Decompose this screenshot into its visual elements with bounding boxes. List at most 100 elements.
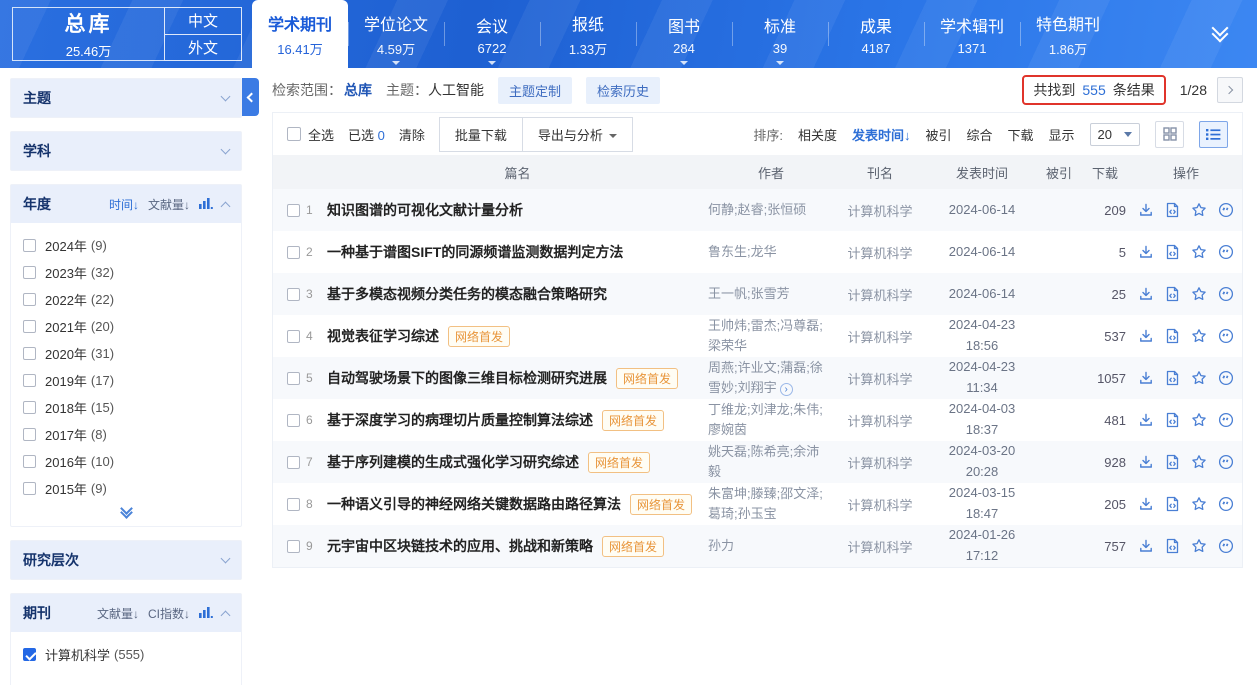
- sort-option[interactable]: 相关度: [798, 125, 837, 144]
- authors-cell[interactable]: 王一帆;张雪芳: [708, 284, 834, 304]
- favorite-icon[interactable]: [1191, 370, 1207, 386]
- facet-checkbox[interactable]: [23, 320, 36, 333]
- download-icon[interactable]: [1138, 244, 1154, 260]
- sort-option[interactable]: 发表时间↓: [852, 125, 911, 144]
- year-facet-item[interactable]: 2022年 (22): [23, 286, 229, 313]
- sort-option[interactable]: 被引: [925, 125, 951, 144]
- language-tab[interactable]: 中文: [164, 7, 242, 35]
- journal-link[interactable]: 计算机科学: [834, 201, 926, 220]
- row-checkbox[interactable]: [287, 330, 300, 343]
- bar-chart-icon[interactable]: [199, 606, 213, 621]
- cite-icon[interactable]: [1218, 454, 1234, 470]
- year-facet-item[interactable]: 2015年 (9): [23, 475, 229, 502]
- cite-icon[interactable]: [1218, 412, 1234, 428]
- favorite-icon[interactable]: [1191, 496, 1207, 512]
- sort-by-ci-index-link[interactable]: CI指数↓: [148, 605, 190, 622]
- facet-checkbox[interactable]: [23, 293, 36, 306]
- year-facet-item[interactable]: 2024年 (9): [23, 232, 229, 259]
- select-all-checkbox[interactable]: [287, 127, 301, 141]
- authors-cell[interactable]: 周燕;许业文;蒲磊;徐雪妙;刘翔宇›: [708, 358, 834, 398]
- cite-icon[interactable]: [1218, 538, 1234, 554]
- row-checkbox[interactable]: [287, 204, 300, 217]
- sort-option[interactable]: 综合: [966, 125, 992, 144]
- cite-icon[interactable]: [1218, 244, 1234, 260]
- html-read-icon[interactable]: [1165, 496, 1180, 512]
- html-read-icon[interactable]: [1165, 202, 1180, 218]
- database-tab[interactable]: 图书 284: [636, 0, 732, 68]
- facet-checkbox[interactable]: [23, 347, 36, 360]
- sort-by-time-link[interactable]: 时间↓: [109, 196, 139, 213]
- year-facet-item[interactable]: 2021年 (20): [23, 313, 229, 340]
- authors-cell[interactable]: 姚天磊;陈希亮;余沛毅: [708, 442, 834, 482]
- database-tab[interactable]: 学术期刊 16.41万: [252, 0, 348, 68]
- facet-checkbox[interactable]: [23, 428, 36, 441]
- database-tab[interactable]: 报纸 1.33万: [540, 0, 636, 68]
- journal-facet-item[interactable]: 计算机科学 (555): [23, 641, 229, 668]
- download-icon[interactable]: [1138, 202, 1154, 218]
- database-tab[interactable]: 会议 6722: [444, 0, 540, 68]
- bar-chart-icon[interactable]: [199, 197, 213, 212]
- cite-icon[interactable]: [1218, 496, 1234, 512]
- download-icon[interactable]: [1138, 328, 1154, 344]
- journal-link[interactable]: 计算机科学: [834, 537, 926, 556]
- database-tab[interactable]: 成果 4187: [828, 0, 924, 68]
- year-facet-item[interactable]: 2023年 (32): [23, 259, 229, 286]
- grid-view-button[interactable]: [1155, 121, 1184, 148]
- database-tab[interactable]: 特色期刊 1.86万: [1020, 0, 1116, 68]
- research-level-header[interactable]: 研究层次: [11, 541, 241, 579]
- article-title-link[interactable]: 视觉表征学习综述: [327, 326, 439, 346]
- html-read-icon[interactable]: [1165, 286, 1180, 302]
- article-title-link[interactable]: 知识图谱的可视化文献计量分析: [327, 200, 523, 220]
- authors-text[interactable]: 周燕;许业文;蒲磊;徐雪妙;刘翔宇: [708, 360, 823, 395]
- year-facet-item[interactable]: 2019年 (17): [23, 367, 229, 394]
- download-icon[interactable]: [1138, 538, 1154, 554]
- journal-link[interactable]: 计算机科学: [834, 453, 926, 472]
- html-read-icon[interactable]: [1165, 244, 1180, 260]
- article-title-link[interactable]: 一种基于谱图SIFT的同源频谱监测数据判定方法: [327, 242, 623, 262]
- download-icon[interactable]: [1138, 412, 1154, 428]
- html-read-icon[interactable]: [1165, 370, 1180, 386]
- favorite-icon[interactable]: [1191, 202, 1207, 218]
- facet-checkbox[interactable]: [23, 455, 36, 468]
- facet-checkbox[interactable]: [23, 648, 36, 661]
- download-icon[interactable]: [1138, 286, 1154, 302]
- search-chip-button[interactable]: 检索历史: [586, 77, 660, 104]
- row-checkbox[interactable]: [287, 498, 300, 511]
- authors-cell[interactable]: 何静;赵睿;张恒硕: [708, 200, 834, 220]
- favorite-icon[interactable]: [1191, 538, 1207, 554]
- authors-text[interactable]: 丁维龙;刘津龙;朱伟;廖婉茵: [708, 402, 823, 437]
- journal-link[interactable]: 计算机科学: [834, 285, 926, 304]
- authors-cell[interactable]: 丁维龙;刘津龙;朱伟;廖婉茵: [708, 400, 834, 440]
- html-read-icon[interactable]: [1165, 454, 1180, 470]
- facet-checkbox[interactable]: [23, 374, 36, 387]
- journal-link[interactable]: 计算机科学: [834, 495, 926, 514]
- filter-section-header[interactable]: 主题: [11, 79, 241, 117]
- row-checkbox[interactable]: [287, 540, 300, 553]
- database-tab[interactable]: 学术辑刊 1371: [924, 0, 1020, 68]
- authors-cell[interactable]: 孙力: [708, 536, 834, 556]
- select-all-label[interactable]: 全选: [308, 125, 334, 144]
- authors-text[interactable]: 姚天磊;陈希亮;余沛毅: [708, 444, 819, 479]
- authors-text[interactable]: 王一帆;张雪芳: [708, 286, 790, 301]
- favorite-icon[interactable]: [1191, 286, 1207, 302]
- journal-section-header[interactable]: 期刊 文献量↓ CI指数↓: [11, 594, 241, 632]
- total-database-tab[interactable]: 总库 25.46万: [12, 7, 164, 61]
- facet-checkbox[interactable]: [23, 266, 36, 279]
- journal-link[interactable]: 计算机科学: [834, 369, 926, 388]
- scope-value-link[interactable]: 总库: [344, 80, 372, 100]
- article-title-link[interactable]: 自动驾驶场景下的图像三维目标检测研究进展: [327, 368, 607, 388]
- year-facet-item[interactable]: 2016年 (10): [23, 448, 229, 475]
- article-title-link[interactable]: 基于深度学习的病理切片质量控制算法综述: [327, 410, 593, 430]
- page-size-select[interactable]: 20: [1090, 123, 1140, 146]
- article-title-link[interactable]: 基于多模态视频分类任务的模态融合策略研究: [327, 284, 607, 304]
- expand-authors-icon[interactable]: ›: [780, 383, 793, 396]
- facet-checkbox[interactable]: [23, 239, 36, 252]
- journal-link[interactable]: 计算机科学: [834, 243, 926, 262]
- facet-checkbox[interactable]: [23, 401, 36, 414]
- database-tab[interactable]: 学位论文 4.59万: [348, 0, 444, 68]
- export-analyze-button[interactable]: 导出与分析: [522, 117, 633, 152]
- database-tab[interactable]: 标准 39: [732, 0, 828, 68]
- authors-text[interactable]: 孙力: [708, 538, 734, 553]
- row-checkbox[interactable]: [287, 456, 300, 469]
- next-page-button[interactable]: [1217, 77, 1243, 103]
